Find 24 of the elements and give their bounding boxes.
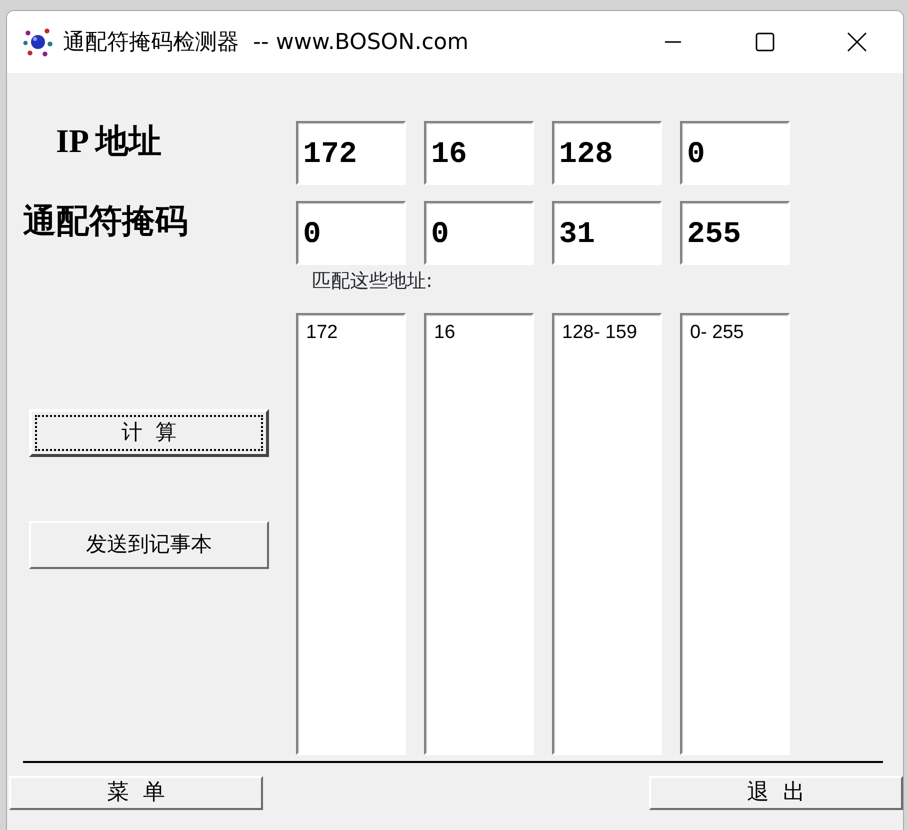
mask-octet-field[interactable]: 0: [424, 201, 534, 265]
action-button[interactable]: 计 算: [29, 409, 269, 457]
bottom-button[interactable]: 菜 单: [9, 776, 263, 810]
mask-octet-field[interactable]: 255: [680, 201, 790, 265]
bottom-button[interactable]: 退 出: [649, 776, 903, 810]
window-title: 通配符掩码检测器 -- www.BOSON.com: [63, 28, 469, 56]
ip-octet-field[interactable]: 172: [296, 121, 406, 185]
address-range-box[interactable]: 172: [296, 313, 406, 755]
ip-octet-field[interactable]: 16: [424, 121, 534, 185]
address-range-box[interactable]: 128- 159: [552, 313, 662, 755]
minimize-icon: [665, 41, 681, 43]
mask-octet-field[interactable]: 0: [296, 201, 406, 265]
close-icon: [847, 32, 867, 52]
address-range-box[interactable]: 0- 255: [680, 313, 790, 755]
wildcard-mask-label: 通配符掩码: [23, 203, 188, 242]
matches-label: 匹配这些地址:: [312, 270, 432, 292]
ip-address-label: IP 地址: [55, 123, 162, 162]
ip-octet-field[interactable]: 0: [680, 121, 790, 185]
ip-octet-field[interactable]: 128: [552, 121, 662, 185]
action-button[interactable]: 发送到记事本: [29, 521, 269, 569]
maximize-icon: [755, 32, 775, 52]
app-icon: [23, 27, 53, 57]
mask-octet-field[interactable]: 31: [552, 201, 662, 265]
address-range-box[interactable]: 16: [424, 313, 534, 755]
